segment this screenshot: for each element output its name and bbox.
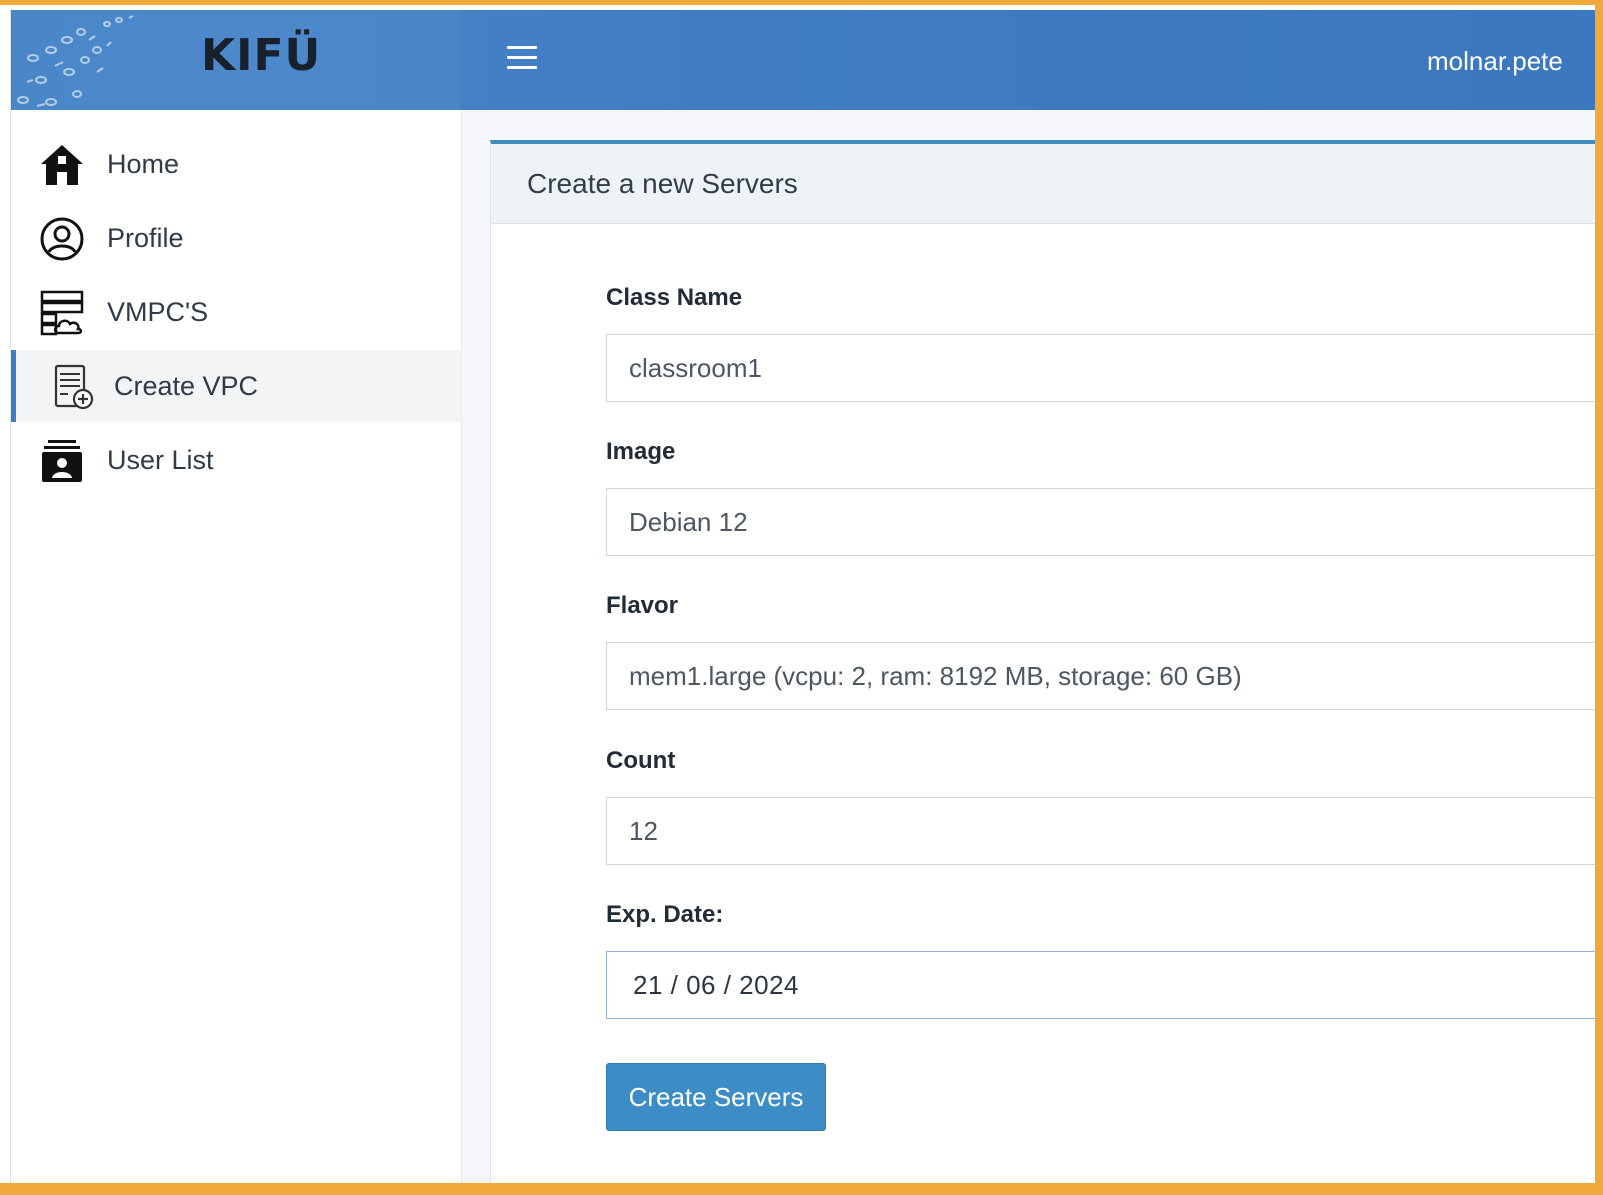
sidebar-item-create-vpc[interactable]: Create VPC (11, 350, 461, 422)
hamburger-menu-icon[interactable] (507, 46, 537, 74)
create-servers-card: Create a new Servers Class Name classroo… (490, 140, 1595, 1183)
sidebar-item-user-list[interactable]: User List (11, 424, 461, 496)
flavor-label: Flavor (606, 592, 679, 619)
sidebar-item-profile[interactable]: Profile (11, 202, 461, 274)
class-name-label: Class Name (606, 284, 743, 311)
sidebar-item-label: VMPC'S (107, 296, 209, 327)
user-circle-icon (37, 214, 87, 264)
app-window: KIFÜ molnar.pete Home Profile VMPC'S Cre… (10, 10, 1595, 1183)
main-content: Create a new Servers Class Name classroo… (461, 110, 1595, 1183)
image-field[interactable]: Debian 12 (606, 488, 1595, 556)
count-label: Count (606, 747, 676, 774)
exp-date-field[interactable]: 21 / 06 / 2024 (606, 951, 1595, 1019)
sidebar-item-vmpcs[interactable]: VMPC'S (11, 276, 461, 348)
brand-logo-area[interactable]: KIFÜ (11, 10, 461, 110)
screenshot-frame: KIFÜ molnar.pete Home Profile VMPC'S Cre… (0, 0, 1603, 1195)
sidebar-item-label: Create VPC (114, 370, 259, 401)
exp-date-label: Exp. Date: (606, 901, 724, 928)
sidebar-item-home[interactable]: Home (11, 128, 461, 200)
class-name-field[interactable]: classroom1 (606, 334, 1595, 402)
sidebar-item-label: Home (107, 148, 180, 179)
sidebar: Home Profile VMPC'S Create VPC User List (11, 110, 461, 1183)
home-icon (37, 140, 87, 190)
server-add-icon (49, 362, 99, 412)
binary-pattern-decoration (17, 15, 134, 107)
user-account-name[interactable]: molnar.pete (1427, 46, 1563, 77)
create-servers-button[interactable]: Create Servers (606, 1063, 826, 1131)
sidebar-item-label: Profile (107, 222, 184, 253)
kifu-logo: KIFÜ (201, 30, 322, 81)
card-title: Create a new Servers (527, 167, 798, 199)
user-list-icon (37, 436, 87, 486)
sidebar-item-label: User List (107, 444, 214, 475)
count-field[interactable]: 12 (606, 797, 1595, 865)
top-navbar: KIFÜ molnar.pete (11, 10, 1595, 110)
server-cloud-icon (37, 288, 87, 338)
flavor-field[interactable]: mem1.large (vcpu: 2, ram: 8192 MB, stora… (606, 642, 1595, 710)
image-label: Image (606, 438, 676, 465)
card-header: Create a new Servers (491, 144, 1595, 224)
